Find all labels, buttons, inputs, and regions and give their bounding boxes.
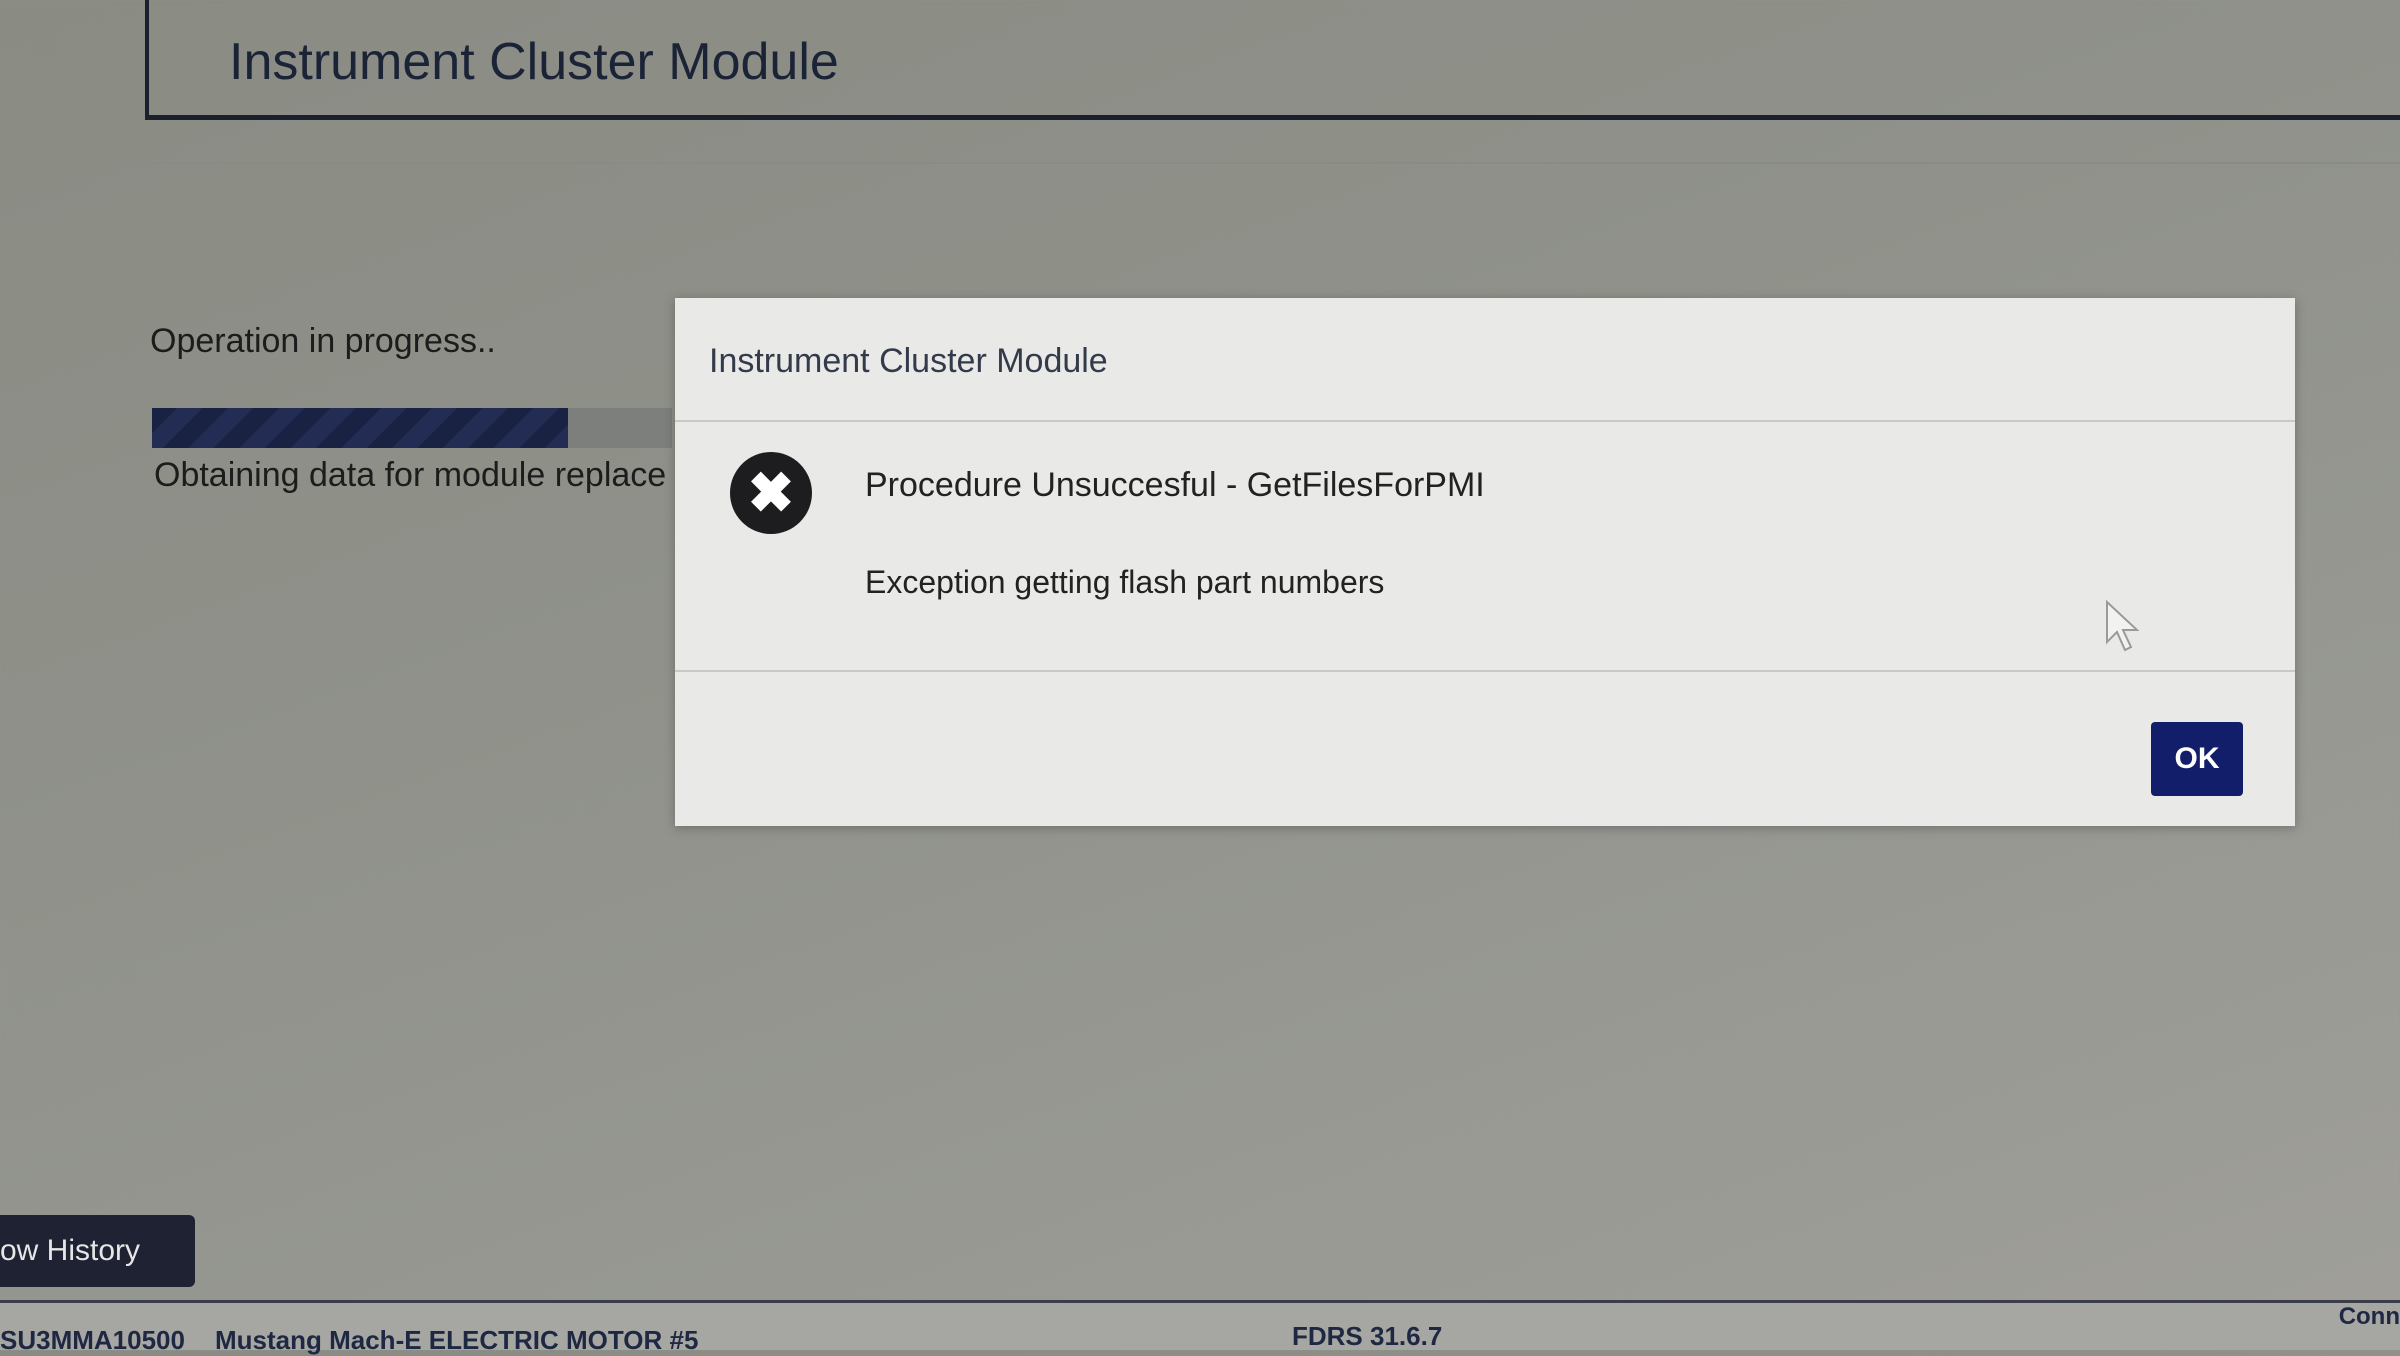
page-header: Instrument Cluster Module xyxy=(145,0,2400,120)
operation-detail: Obtaining data for module replace xyxy=(154,456,667,494)
ok-button[interactable]: OK xyxy=(2151,722,2243,796)
error-message-title: Procedure Unsuccesful - GetFilesForPMI xyxy=(865,466,1485,504)
progress-bar xyxy=(152,408,672,448)
error-message-detail: Exception getting flash part numbers xyxy=(865,564,1385,600)
page-title: Instrument Cluster Module xyxy=(229,33,839,91)
dialog-title: Instrument Cluster Module xyxy=(675,298,2295,422)
error-dialog: Instrument Cluster Module ✖ Procedure Un… xyxy=(675,298,2295,826)
status-bar: SU3MMA10500 Mustang Mach-E ELECTRIC MOTO… xyxy=(0,1300,2400,1355)
vin-label: SU3MMA10500 xyxy=(0,1325,185,1355)
header-divider xyxy=(150,162,2400,164)
error-x-icon: ✖ xyxy=(730,452,812,534)
progress-bar-fill xyxy=(152,408,568,448)
mouse-cursor-icon xyxy=(2106,600,2139,652)
show-history-button[interactable]: ow History xyxy=(0,1215,195,1287)
vehicle-label: Mustang Mach-E ELECTRIC MOTOR #5 xyxy=(215,1325,699,1355)
app-version: FDRS 31.6.7 xyxy=(1292,1321,1443,1351)
operation-status: Operation in progress.. xyxy=(150,322,496,360)
connection-status: Conn xyxy=(2338,1303,2400,1330)
dialog-body: ✖ Procedure Unsuccesful - GetFilesForPMI… xyxy=(675,422,2295,672)
